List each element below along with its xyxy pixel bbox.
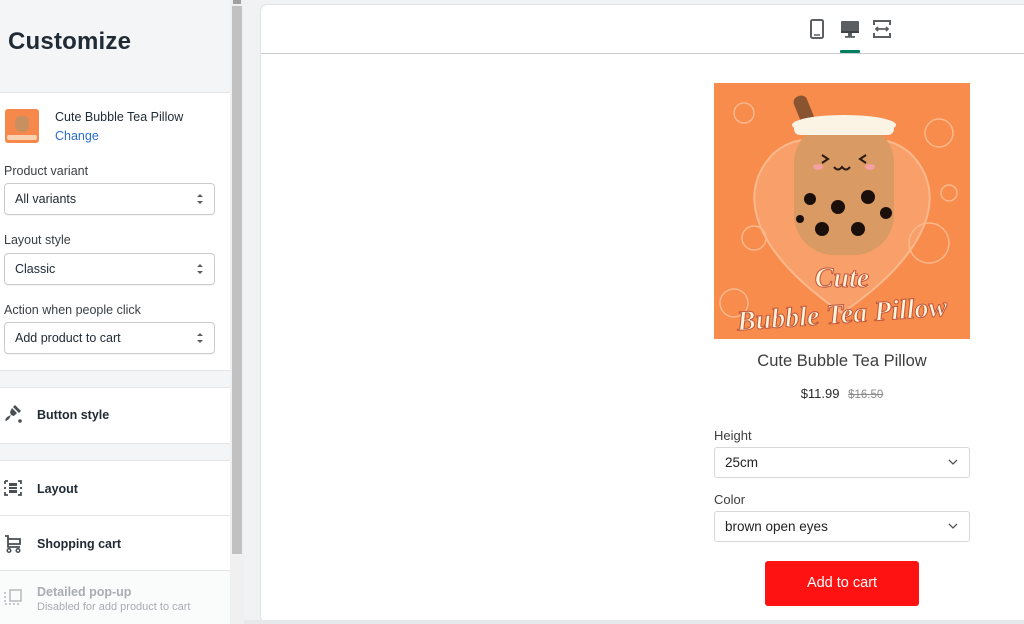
sidebar-scrollbar[interactable] <box>230 0 244 624</box>
color-option-select[interactable]: brown open eyes <box>714 511 970 542</box>
section-divider <box>0 443 230 461</box>
select-arrows-icon <box>197 264 203 274</box>
select-arrows-icon <box>197 333 203 343</box>
bubble-tea-pillow-illustration: Cute Bubble Tea Pillow <box>714 83 970 339</box>
expand-horizontal-icon <box>873 20 891 38</box>
menu-item-label: Layout <box>37 482 78 496</box>
product-variant-value: All variants <box>15 192 77 206</box>
product-price: $11.99 <box>800 386 840 401</box>
selected-product-name: Cute Bubble Tea Pillow <box>55 110 184 124</box>
active-viewport-indicator <box>840 50 860 53</box>
popup-icon <box>4 589 22 605</box>
height-option-value: 25cm <box>725 455 759 470</box>
cart-icon <box>5 535 21 554</box>
product-thumbnail <box>5 109 39 143</box>
menu-item-detailed-popup: Detailed pop-up Disabled for add product… <box>0 571 230 624</box>
desktop-icon <box>841 21 859 38</box>
select-arrows-icon <box>197 194 203 204</box>
viewport-full-width-button[interactable] <box>870 17 894 41</box>
menu-item-button-style[interactable]: Button style <box>0 388 230 443</box>
menu-item-sublabel: Disabled for add product to cart <box>37 601 191 613</box>
menu-item-label: Button style <box>37 408 110 422</box>
product-image[interactable]: Cute Bubble Tea Pillow <box>714 83 970 339</box>
height-option-select[interactable]: 25cm <box>714 447 970 478</box>
action-on-click-label: Action when people click <box>4 303 141 317</box>
image-caption-line1: Cute <box>815 263 869 294</box>
section-divider <box>0 370 230 388</box>
layout-style-value: Classic <box>15 262 56 276</box>
product-variant-select[interactable]: All variants <box>4 183 215 215</box>
change-product-link[interactable]: Change <box>55 129 99 143</box>
height-option-label: Height <box>714 428 752 443</box>
action-on-click-select[interactable]: Add product to cart <box>4 322 215 354</box>
chevron-down-icon <box>948 523 958 529</box>
add-to-cart-button[interactable]: Add to cart <box>765 561 919 606</box>
mobile-icon <box>810 19 824 39</box>
bubble-tea-thumbnail-graphic <box>15 116 29 132</box>
sidebar-header: Customize <box>0 0 230 93</box>
page-title: Customize <box>8 28 132 55</box>
compare-at-price: $16.50 <box>848 389 884 401</box>
menu-item-layout[interactable]: Layout <box>0 461 230 515</box>
action-on-click-value: Add product to cart <box>15 331 121 345</box>
preview-bottom-edge <box>244 620 1024 624</box>
viewport-desktop-button[interactable] <box>838 17 862 41</box>
viewport-mobile-button[interactable] <box>805 17 829 41</box>
menu-item-label: Shopping cart <box>37 537 122 551</box>
product-variant-label: Product variant <box>4 164 89 178</box>
chevron-down-icon <box>948 459 958 465</box>
scroll-up-arrow[interactable] <box>233 0 241 4</box>
product-title: Cute Bubble Tea Pillow <box>757 352 927 370</box>
paint-brush-icon <box>5 405 22 423</box>
layout-icon <box>4 480 22 496</box>
layout-style-label: Layout style <box>4 233 71 247</box>
viewport-toolbar <box>261 5 1024 54</box>
menu-item-shopping-cart[interactable]: Shopping cart <box>0 516 230 570</box>
color-option-value: brown open eyes <box>725 519 828 534</box>
color-option-label: Color <box>714 492 746 507</box>
customize-sidebar: Customize Cute Bubble Tea Pillow Change … <box>0 0 230 624</box>
menu-item-label: Detailed pop-up <box>37 585 132 599</box>
layout-style-select[interactable]: Classic <box>4 253 215 285</box>
thumbnail-caption-graphic <box>7 135 37 140</box>
scrollbar-thumb[interactable] <box>232 6 242 554</box>
price-row: $11.99 $16.50 <box>714 386 970 401</box>
preview-panel: Cute Bubble Tea Pillow Cute Bubble Tea P… <box>261 5 1024 622</box>
